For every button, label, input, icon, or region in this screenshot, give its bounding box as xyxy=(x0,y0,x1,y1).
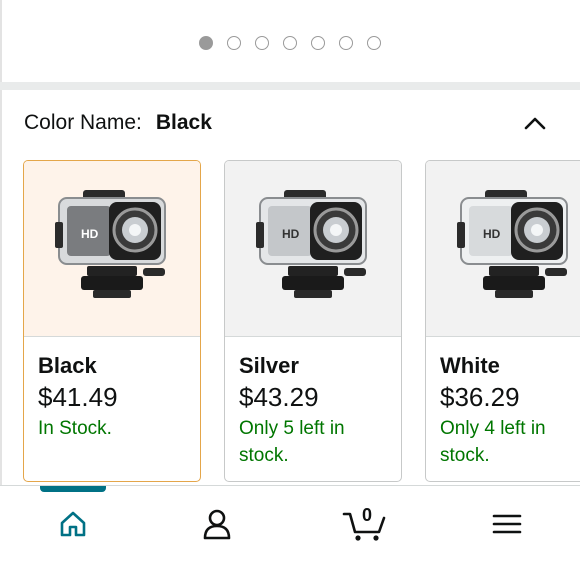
swatch-name: White xyxy=(440,353,500,378)
account-icon xyxy=(203,509,231,540)
swatch-image-silver: HD xyxy=(225,161,401,337)
swatch-card-black[interactable]: HD Black $41.49 In Stock. xyxy=(23,160,201,482)
carousel-dot-2[interactable] xyxy=(227,36,241,50)
svg-text:HD: HD xyxy=(483,227,501,241)
nav-home-button[interactable] xyxy=(48,504,98,544)
swatch-name: Silver xyxy=(239,353,299,378)
chevron-up-icon xyxy=(524,117,546,130)
nav-menu-button[interactable] xyxy=(482,504,532,544)
swatch-card-silver[interactable]: HD Silver $43.29 Only 5 left in stock. xyxy=(224,160,402,482)
cart-count-badge: 0 xyxy=(361,505,372,525)
swatch-name: Black xyxy=(38,353,97,378)
carousel-dot-5[interactable] xyxy=(311,36,325,50)
nav-account-button[interactable] xyxy=(192,504,242,544)
home-icon xyxy=(60,511,86,537)
stock-line-2: stock. xyxy=(440,445,490,466)
carousel-dot-6[interactable] xyxy=(339,36,353,50)
bottom-nav-bar: 0 xyxy=(0,485,580,580)
stock-line-1: Only 5 left in xyxy=(239,418,345,439)
product-variation-page: Color Name: Black HD Black $41.49 In Sto… xyxy=(0,0,580,580)
carousel-dot-4[interactable] xyxy=(283,36,297,50)
swatch-stock-status: Only 5 left in stock. xyxy=(239,415,387,469)
svg-text:HD: HD xyxy=(282,227,300,241)
carousel-dots xyxy=(199,36,381,50)
swatch-stock-status: Only 4 left in stock. xyxy=(440,415,580,469)
carousel-dot-1[interactable] xyxy=(199,36,213,50)
hamburger-menu-icon xyxy=(492,514,522,534)
svg-text:HD: HD xyxy=(81,227,99,241)
swatch-price: $43.29 xyxy=(239,382,319,412)
swatch-price: $36.29 xyxy=(440,382,520,412)
stock-line-2: stock. xyxy=(239,445,289,466)
swatch-image-black: HD xyxy=(24,161,200,337)
carousel-dot-3[interactable] xyxy=(255,36,269,50)
swatch-price: $41.49 xyxy=(38,382,118,412)
color-variation-header[interactable]: Color Name: Black xyxy=(24,108,556,138)
color-name-label: Color Name: xyxy=(24,111,142,134)
action-camera-icon: HD xyxy=(457,189,568,298)
carousel-dot-7[interactable] xyxy=(367,36,381,50)
swatch-card-white[interactable]: HD White $36.29 Only 4 left in stock. xyxy=(425,160,580,482)
swatch-image-white: HD xyxy=(426,161,580,337)
swatch-stock-status: In Stock. xyxy=(38,418,112,439)
action-camera-icon: HD xyxy=(55,189,166,298)
stock-line-1: Only 4 left in xyxy=(440,418,546,439)
action-camera-icon: HD xyxy=(256,189,367,298)
collapse-button[interactable] xyxy=(520,108,550,138)
color-name-value: Black xyxy=(155,111,212,134)
page-edge xyxy=(0,0,2,485)
color-swatch-list: HD Black $41.49 In Stock. HD Silver $43.… xyxy=(23,160,580,482)
nav-cart-button[interactable]: 0 xyxy=(340,504,390,544)
section-divider xyxy=(0,82,580,90)
active-tab-indicator xyxy=(40,486,106,492)
